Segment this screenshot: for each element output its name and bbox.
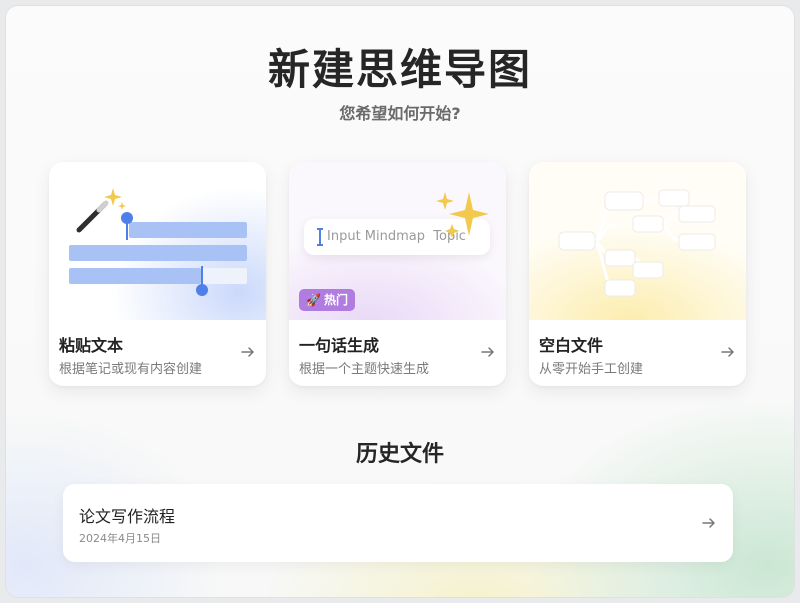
history-file-date: 2024年4月15日	[79, 532, 161, 545]
arrow-right-icon	[721, 347, 734, 357]
magic-wand-icon	[76, 188, 126, 233]
new-mindmap-dialog: 新建思维导图 您希望如何开始? 粘贴文本 根据笔记或现有内容创建 Input M…	[6, 6, 794, 597]
one-sentence-title: 一句话生成	[299, 336, 380, 355]
paste-text-title: 粘贴文本	[59, 336, 124, 355]
arrow-right-icon	[702, 518, 715, 528]
page-subtitle: 您希望如何开始?	[339, 104, 461, 123]
blank-file-description: 从零开始手工创建	[539, 362, 644, 377]
one-sentence-description: 根据一个主题快速生成	[299, 362, 430, 377]
paste-text-card[interactable]: 粘贴文本 根据笔记或现有内容创建	[49, 162, 266, 386]
blank-mindmap-illustration	[529, 162, 746, 320]
history-file-name: 论文写作流程	[79, 507, 176, 526]
page-title: 新建思维导图	[267, 45, 532, 94]
text-selection-icon	[69, 188, 247, 296]
arrow-right-icon	[241, 347, 254, 357]
history-section-title: 历史文件	[355, 442, 444, 467]
history-file-item[interactable]: 论文写作流程 2024年4月15日	[63, 484, 733, 562]
hot-badge: 🚀 热门	[299, 289, 355, 311]
rocket-icon: 🚀	[306, 293, 321, 307]
paste-text-description: 根据笔记或现有内容创建	[59, 362, 203, 377]
hot-badge-label: 热门	[323, 293, 348, 307]
arrow-right-icon	[481, 347, 494, 357]
mindmap-tree-icon	[558, 189, 716, 297]
generate-illustration: Input Mindmap Topic 🚀 热门	[289, 162, 506, 320]
blank-file-card[interactable]: 空白文件 从零开始手工创建	[529, 162, 746, 386]
blank-file-title: 空白文件	[539, 336, 604, 355]
one-sentence-generate-card[interactable]: Input Mindmap Topic 🚀 热门 一句话生成 根据一个主题快速生成	[289, 162, 506, 386]
paste-text-illustration	[49, 162, 266, 320]
